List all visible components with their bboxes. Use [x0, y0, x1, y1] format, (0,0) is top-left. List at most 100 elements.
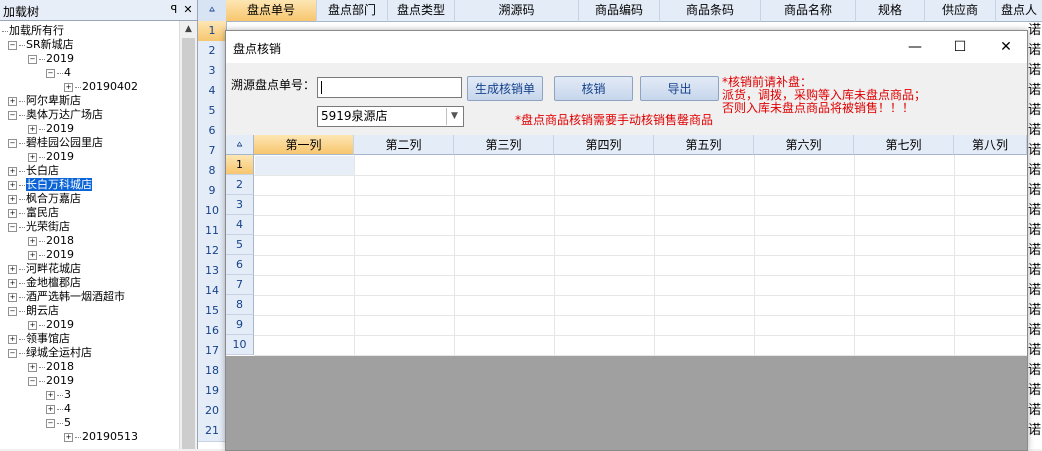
- tree-node[interactable]: −2019: [28, 374, 74, 388]
- grid-column-header[interactable]: 盘点部门: [317, 0, 388, 22]
- verify-grid-column-header[interactable]: 第三列: [454, 135, 554, 155]
- grid-cell[interactable]: 诺: [1028, 221, 1042, 241]
- grid-column-header[interactable]: 溯源码: [455, 0, 579, 22]
- grid-cell[interactable]: 诺: [1028, 301, 1042, 321]
- grid-column-header[interactable]: 规格: [856, 0, 925, 22]
- collapse-icon[interactable]: −: [8, 306, 17, 316]
- grid-row-number[interactable]: 3: [198, 61, 227, 82]
- grid-row-number[interactable]: 13: [198, 261, 227, 282]
- tree-node[interactable]: +2019: [28, 248, 74, 262]
- grid-column-header[interactable]: 盘点人: [996, 0, 1042, 22]
- grid-row-number[interactable]: 17: [198, 341, 227, 362]
- grid-row-number[interactable]: 16: [198, 321, 227, 342]
- grid-cell[interactable]: 诺: [1028, 281, 1042, 301]
- verify-grid-column-header[interactable]: 第五列: [654, 135, 754, 155]
- tree-node[interactable]: + 富民店: [8, 206, 59, 220]
- grid-row-number[interactable]: 11: [198, 221, 227, 242]
- grid-cell[interactable]: 诺: [1028, 321, 1042, 341]
- generate-button[interactable]: 生成核销单: [467, 76, 543, 101]
- collapse-icon[interactable]: −: [46, 418, 55, 428]
- verify-grid-row-number[interactable]: 6: [226, 255, 254, 275]
- expand-icon[interactable]: +: [8, 278, 17, 288]
- export-button[interactable]: 导出: [640, 76, 719, 101]
- tree-node[interactable]: + 金地檀郡店: [8, 276, 81, 290]
- tree-node[interactable]: + 领事馆店: [8, 332, 70, 346]
- tree-node[interactable]: + 枫合万嘉店: [8, 192, 81, 206]
- collapse-icon[interactable]: −: [28, 376, 37, 386]
- verify-grid-row-number[interactable]: 2: [226, 175, 254, 195]
- grid-row-number[interactable]: 6: [198, 121, 227, 142]
- verify-grid-row-number[interactable]: 4: [226, 215, 254, 235]
- tree-node[interactable]: − 碧桂园公园里店: [8, 136, 103, 150]
- verify-grid-row-number[interactable]: 10: [226, 335, 254, 355]
- grid-column-header[interactable]: 盘点单号: [226, 0, 317, 22]
- grid-cell[interactable]: 诺: [1028, 101, 1042, 121]
- grid-cell[interactable]: 诺: [1028, 381, 1042, 401]
- verify-grid-column-header[interactable]: 第七列: [854, 135, 954, 155]
- scroll-up-icon[interactable]: ▲: [180, 21, 197, 38]
- collapse-icon[interactable]: −: [8, 138, 17, 148]
- chevron-down-icon[interactable]: ▼: [446, 108, 462, 125]
- grid-row-number[interactable]: 15: [198, 301, 227, 322]
- verify-grid-row-number[interactable]: 8: [226, 295, 254, 315]
- pin-icon[interactable]: ꟼ: [168, 3, 180, 16]
- collapse-icon[interactable]: −: [8, 40, 17, 50]
- grid-cell[interactable]: 诺: [1028, 241, 1042, 261]
- tree-node[interactable]: +2018: [28, 360, 74, 374]
- tree-node[interactable]: − 绿城全运村店: [8, 346, 92, 360]
- tree-scrollbar[interactable]: ▲: [179, 21, 197, 449]
- store-select[interactable]: 5919泉源店 ▼: [317, 106, 464, 127]
- grid-column-header[interactable]: 供应商: [925, 0, 996, 22]
- expand-icon[interactable]: +: [8, 208, 17, 218]
- grid-row-number[interactable]: 7: [198, 141, 227, 162]
- expand-icon[interactable]: +: [28, 152, 37, 162]
- grid-row-number[interactable]: 2: [198, 41, 227, 62]
- collapse-icon[interactable]: −: [8, 348, 17, 358]
- expand-icon[interactable]: +: [8, 194, 17, 204]
- close-icon[interactable]: ✕: [996, 37, 1016, 57]
- tree-node[interactable]: + 阿尔卑斯店: [8, 94, 81, 108]
- grid-cell[interactable]: 诺: [1028, 201, 1042, 221]
- verify-grid-column-header[interactable]: 第四列: [554, 135, 654, 155]
- grid-cell[interactable]: 诺: [1028, 261, 1042, 281]
- grid-row-number[interactable]: 1: [198, 21, 227, 42]
- expand-icon[interactable]: +: [8, 166, 17, 176]
- tree-node[interactable]: +3: [46, 388, 71, 402]
- close-icon[interactable]: ✕: [182, 3, 194, 16]
- grid-corner-icon[interactable]: ⩠: [226, 135, 254, 155]
- verify-grid-column-header[interactable]: 第二列: [354, 135, 454, 155]
- collapse-icon[interactable]: −: [8, 222, 17, 232]
- tree-node[interactable]: − 奥体万达广场店: [8, 108, 103, 122]
- grid-cell[interactable]: 诺: [1028, 61, 1042, 81]
- grid-row-number[interactable]: 14: [198, 281, 227, 302]
- expand-icon[interactable]: +: [64, 432, 73, 442]
- scroll-thumb[interactable]: [182, 38, 195, 449]
- expand-icon[interactable]: +: [46, 404, 55, 414]
- expand-icon[interactable]: +: [28, 362, 37, 372]
- tree-node[interactable]: +2018: [28, 234, 74, 248]
- verify-grid-row-number[interactable]: 3: [226, 195, 254, 215]
- expand-icon[interactable]: +: [8, 264, 17, 274]
- expand-icon[interactable]: +: [28, 236, 37, 246]
- grid-column-header[interactable]: 盘点类型: [388, 0, 455, 22]
- grid-row-number[interactable]: 10: [198, 201, 227, 222]
- tree-node[interactable]: − 朗云店: [8, 304, 59, 318]
- grid-cell[interactable]: 诺: [1028, 121, 1042, 141]
- grid-row-number[interactable]: 21: [198, 421, 227, 442]
- collapse-icon[interactable]: −: [46, 68, 55, 78]
- collapse-icon[interactable]: −: [28, 54, 37, 64]
- expand-icon[interactable]: +: [28, 320, 37, 330]
- tree-node[interactable]: + 酒严选韩一烟酒超市: [8, 290, 125, 304]
- grid-cell[interactable]: 诺: [1028, 401, 1042, 421]
- tree-node[interactable]: + 河畔花城店: [8, 262, 81, 276]
- expand-icon[interactable]: +: [64, 82, 73, 92]
- tree-node[interactable]: −2019: [28, 52, 74, 66]
- tree-node[interactable]: − SR新城店: [8, 38, 74, 52]
- grid-column-header[interactable]: 商品条码: [660, 0, 761, 22]
- grid-row-number[interactable]: 18: [198, 361, 227, 382]
- grid-column-header[interactable]: 商品名称: [761, 0, 856, 22]
- grid-column-header[interactable]: 商品编码: [579, 0, 660, 22]
- grid-cell[interactable]: 诺: [1028, 21, 1042, 41]
- expand-icon[interactable]: +: [8, 292, 17, 302]
- grid-row-number[interactable]: 20: [198, 401, 227, 422]
